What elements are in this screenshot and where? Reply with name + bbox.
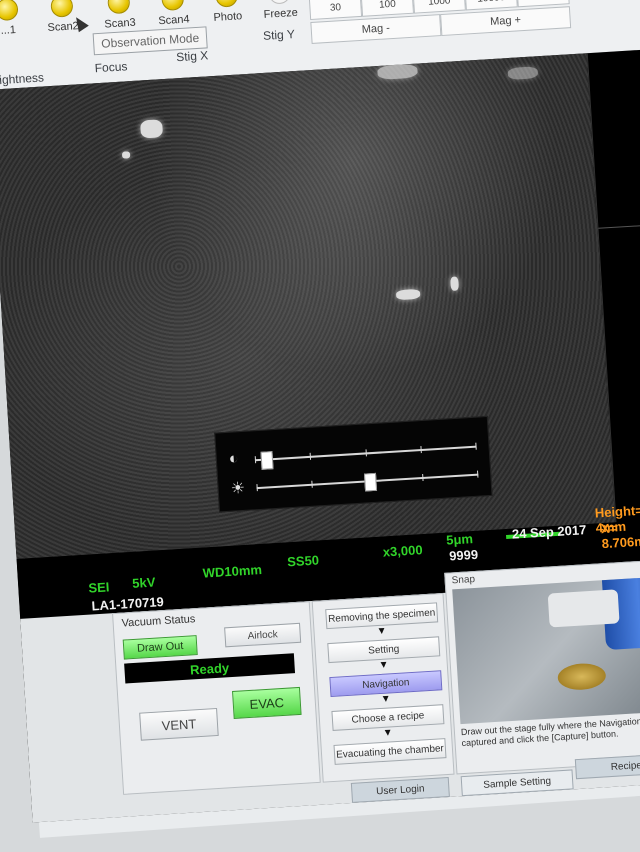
vacuum-status-panel: Vacuum Status Draw Out Airlock Ready VEN…: [112, 601, 321, 795]
snap-panel: Snap Draw out the stage fully where the …: [444, 558, 640, 775]
vacuum-status-title: Vacuum Status: [121, 613, 196, 630]
particle: [121, 151, 131, 159]
stage-arm: [547, 589, 620, 628]
stage-x-position: X= 8.706mm: [600, 520, 640, 552]
scale-count: 9999: [448, 546, 479, 564]
freeze-icon: [267, 0, 292, 5]
voltage-status: 5kV: [131, 574, 156, 591]
procedure-steps-panel: Removing the specimen ▼ Setting ▼ Naviga…: [311, 592, 455, 783]
photo-button[interactable]: Photo: [202, 0, 253, 30]
snap-title: Snap: [451, 574, 476, 587]
particle: [450, 276, 459, 291]
sem-screen: ...1 Scan2 Scan3 Scan4 Photo Freeze AF: [0, 0, 640, 823]
magnification: x3,000: [382, 542, 423, 560]
particle: [140, 119, 164, 139]
navigation-photo: [452, 575, 640, 725]
detector-status: SEI: [88, 579, 110, 596]
particle: [507, 66, 539, 81]
particle: [377, 63, 418, 80]
contrast-brightness-slider-panel: ◐ ☀: [214, 415, 493, 513]
down-arrow-icon: ▼: [382, 727, 394, 739]
airlock-button[interactable]: Airlock: [224, 622, 302, 648]
scale-length: 5μm: [445, 531, 474, 548]
step-evacuating-chamber[interactable]: Evacuating the chamber: [333, 738, 447, 765]
draw-out-button[interactable]: Draw Out: [122, 635, 198, 660]
stig-x-label[interactable]: Stig X: [176, 48, 209, 64]
bottom-control-area: Vacuum Status Draw Out Airlock Ready VEN…: [20, 558, 640, 823]
brightness-icon: ☀: [230, 479, 246, 498]
camera-icon: [214, 0, 239, 8]
scan1-button[interactable]: ...1: [0, 0, 33, 44]
working-distance: WD10mm: [202, 561, 263, 581]
brightness-track[interactable]: [256, 470, 479, 492]
evac-button[interactable]: EVAC: [232, 686, 302, 719]
brightness-knob[interactable]: [363, 472, 378, 492]
scan-icon: [107, 0, 131, 15]
scan-icon: [161, 0, 185, 12]
scan-icon: [0, 0, 19, 22]
vent-button[interactable]: VENT: [139, 707, 219, 741]
spot-size: SS50: [286, 552, 320, 570]
sample-stage: [557, 662, 607, 692]
down-arrow-icon: ▼: [376, 625, 387, 638]
mag-preset-1000[interactable]: 1000: [412, 0, 466, 14]
down-arrow-icon: ▼: [380, 693, 392, 705]
focus-label[interactable]: Focus: [94, 59, 127, 75]
contrast-knob[interactable]: [260, 451, 274, 470]
contrast-icon: ◐: [228, 450, 240, 468]
freeze-button[interactable]: Freeze: [255, 0, 306, 27]
down-arrow-icon: ▼: [378, 659, 389, 672]
mag-preset-30[interactable]: 30: [308, 0, 363, 21]
capture-date: 24 Sep 2017: [511, 522, 587, 542]
scan-icon: [50, 0, 74, 18]
mag-preset-100[interactable]: 100: [360, 0, 415, 17]
particle: [395, 288, 421, 301]
pane-divider: [598, 224, 640, 229]
stig-y-label[interactable]: Stig Y: [263, 27, 296, 43]
contrast-track[interactable]: [254, 442, 477, 470]
brightness-label[interactable]: Brightness: [0, 70, 44, 87]
